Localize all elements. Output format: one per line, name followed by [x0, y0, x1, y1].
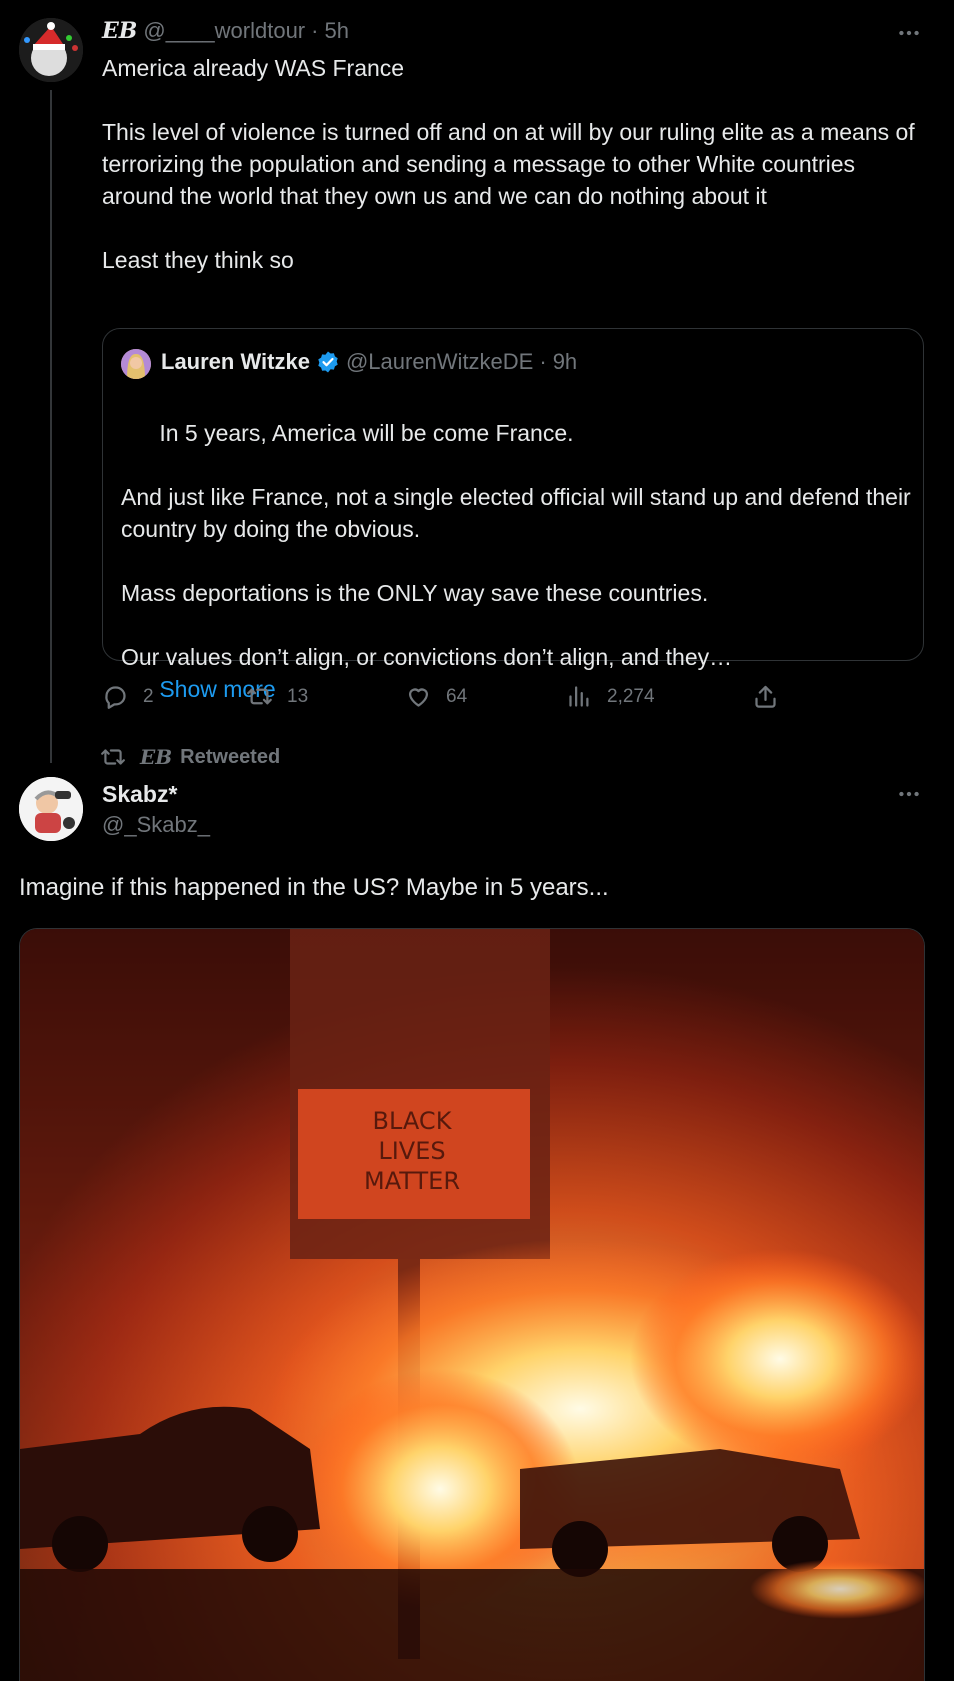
- reply-count: 2: [143, 685, 154, 707]
- quote-body: In 5 years, America will be come France.…: [121, 420, 911, 670]
- author-name[interactable]: EB: [102, 18, 137, 44]
- retweet-banner[interactable]: EB Retweeted: [100, 744, 280, 770]
- author-handle[interactable]: @_Skabz_: [102, 812, 210, 838]
- views-icon: [569, 686, 589, 707]
- more-icon[interactable]: [892, 777, 926, 811]
- views-button[interactable]: 2,274: [566, 683, 655, 710]
- more-icon[interactable]: [892, 16, 926, 50]
- like-icon: [408, 688, 429, 707]
- like-count: 64: [446, 685, 468, 707]
- tweet-body: Imagine if this happened in the US? Mayb…: [19, 874, 609, 901]
- author-handle[interactable]: @____worldtour: [143, 18, 305, 44]
- retweeter-name[interactable]: EB: [140, 745, 172, 769]
- avatar-eb[interactable]: [19, 18, 83, 82]
- share-button[interactable]: [752, 683, 779, 710]
- quote-timestamp: 9h: [552, 349, 578, 374]
- like-button[interactable]: 64: [405, 683, 467, 710]
- verified-badge-icon: [316, 350, 340, 374]
- avatar-lauren[interactable]: [121, 349, 151, 379]
- retweet-icon: [101, 749, 125, 765]
- retweet-icon: [247, 688, 272, 705]
- retweet-button[interactable]: 13: [246, 683, 308, 710]
- sign-text: BLACK LIVES MATTER: [364, 1107, 460, 1195]
- quoted-tweet[interactable]: Lauren Witzke @LaurenWitzkeDE · 9h In 5 …: [102, 328, 924, 702]
- tweet-body: America already WAS France This level of…: [102, 55, 915, 273]
- separator-dot: ·: [539, 349, 547, 374]
- separator-dot: ·: [311, 18, 319, 43]
- thread-line: [50, 90, 52, 763]
- retweet-count: 13: [287, 685, 309, 707]
- timestamp[interactable]: 5h: [324, 18, 348, 44]
- share-icon: [755, 685, 776, 708]
- quote-author-handle: @LaurenWitzkeDE: [345, 349, 534, 374]
- reply-button[interactable]: 2: [102, 683, 154, 710]
- tweet-media-video[interactable]: BLACK LIVES MATTER: [19, 928, 925, 1681]
- reply-icon: [105, 686, 126, 709]
- retweeted-label: Retweeted: [180, 745, 281, 768]
- views-count: 2,274: [607, 685, 655, 707]
- quote-author-name: Lauren Witzke: [161, 349, 310, 374]
- author-name[interactable]: Skabz*: [102, 781, 177, 808]
- avatar-skabz[interactable]: [19, 777, 83, 841]
